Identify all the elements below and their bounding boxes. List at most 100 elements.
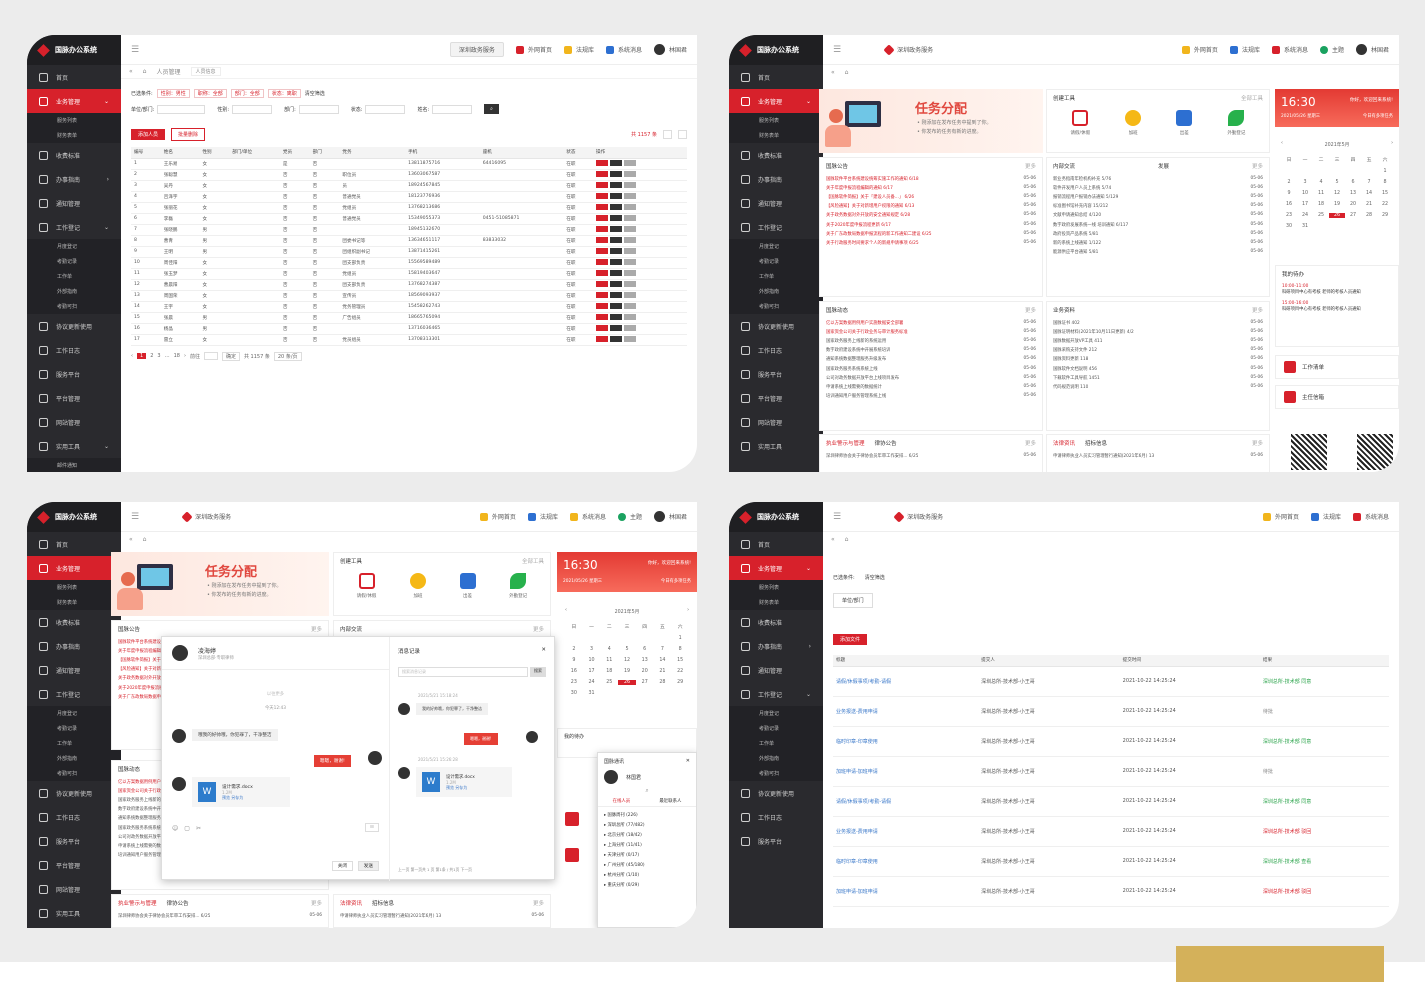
home-icon[interactable]: ⌂ <box>143 68 147 75</box>
sidebar-subitem[interactable]: 月度登记 <box>27 239 121 254</box>
sidebar-item-fees[interactable]: 收费标准 <box>27 610 121 634</box>
delete-button[interactable] <box>596 270 609 277</box>
calendar-day[interactable]: 12 <box>618 658 636 663</box>
more-link[interactable]: 更多 <box>1025 162 1036 170</box>
table-row[interactable]: 12 曹晨阳女否否团支部负责 13768274387 在职 <box>131 279 687 291</box>
calendar-day[interactable]: 3 <box>583 647 601 652</box>
delete-button[interactable] <box>596 325 609 332</box>
edit-button[interactable] <box>610 193 623 200</box>
clear-filter-link[interactable]: 清空筛选 <box>305 90 325 97</box>
list-item[interactable]: 国脉证明材料(2021年10月11日更新) 4/2 05-06 <box>1047 327 1269 336</box>
sidebar-item-worklog[interactable]: 工作登记 <box>27 682 121 706</box>
file-message[interactable]: W 设计需求.docx 1.2M 预览 另存为 <box>192 777 290 807</box>
table-row[interactable]: 8 曹青男否否团委书记等 13634651117 83833032 在职 <box>131 235 687 247</box>
delete-button[interactable] <box>596 182 609 189</box>
folder-icon[interactable]: ▢ <box>184 825 190 832</box>
tool-leave[interactable]: 请假/休假 <box>357 573 376 599</box>
send-button[interactable]: 发送 <box>357 861 379 871</box>
sidebar-subitem[interactable]: 工作单 <box>27 736 121 751</box>
edit-button[interactable] <box>610 292 623 299</box>
menu-toggle-icon[interactable]: ☰ <box>833 45 841 55</box>
next-month-icon[interactable]: › <box>687 608 689 615</box>
list-item[interactable]: 报销流程用户报销办法通知 5/129 05-06 <box>1047 192 1269 201</box>
page-number[interactable]: 1 <box>137 353 147 359</box>
table-row[interactable]: 2 张聪慧女否否职位员 13603067587 在职 <box>131 169 687 181</box>
list-item[interactable]: 文献申请通知总结 4/120 05-06 <box>1047 211 1269 220</box>
table-row[interactable]: 16 杨晶男 否否 13716036465 在职 <box>131 323 687 335</box>
list-item[interactable]: 培训通知用户服务管理系统上线 05-06 <box>820 392 1042 401</box>
edit-button[interactable] <box>610 303 623 310</box>
scissors-icon[interactable]: ✂ <box>196 825 201 832</box>
view-button[interactable] <box>624 270 637 277</box>
user-menu[interactable]: 林国君 <box>653 511 687 522</box>
contact-group[interactable]: ▸ 深圳总所 (77/482) <box>604 820 690 830</box>
sidebar-item-fees[interactable]: 收费标准 <box>729 610 823 634</box>
sidebar-item-protocol[interactable]: 协议更新使用 <box>729 781 823 805</box>
sidebar-item-service[interactable]: 服务平台 <box>27 362 121 386</box>
contact-group[interactable]: ▸ 杭州分所 (1/10) <box>604 870 690 880</box>
calendar-day[interactable]: 7 <box>1361 180 1377 185</box>
search-icon[interactable]: ⌕ <box>598 787 696 795</box>
emoji-icon[interactable]: ☺ <box>172 825 178 832</box>
calendar-day[interactable]: 4 <box>600 647 618 652</box>
sidebar-item-notice[interactable]: 通知管理 <box>27 191 121 215</box>
sidebar-item-journal[interactable]: 工作日志 <box>27 805 121 829</box>
sidebar-item-notice[interactable]: 通知管理 <box>729 658 823 682</box>
sidebar-item-protocol[interactable]: 协议更新使用 <box>729 314 823 338</box>
calendar-day[interactable]: 23 <box>1281 213 1297 218</box>
sidebar-subitem[interactable]: 考勤可扫 <box>729 766 823 781</box>
request-title-link[interactable]: 请假/休假事项/考勤-请假 <box>833 786 979 817</box>
sidebar-item-home[interactable]: 首页 <box>27 65 121 89</box>
list-item[interactable]: 申请系统上线需要的数据统计 05-06 <box>820 382 1042 391</box>
sidebar-subitem[interactable]: 工作单 <box>729 269 823 284</box>
contact-group[interactable]: ▸ 重庆分所 (0/29) <box>604 880 690 890</box>
delete-button[interactable] <box>596 237 609 244</box>
list-item[interactable]: 软件开发用户人员上系统 5/74 05-06 <box>1047 183 1269 192</box>
calendar-day[interactable]: 18 <box>600 669 618 674</box>
list-item[interactable]: 新的系统上线通知 1/122 05-06 <box>1047 238 1269 247</box>
contact-group[interactable]: ▸ 北京分所 (18/42) <box>604 830 690 840</box>
sidebar-subitem[interactable]: 考勤可扫 <box>729 299 823 314</box>
calendar-day[interactable]: 22 <box>671 669 689 674</box>
more-link[interactable]: 更多 <box>311 899 322 907</box>
view-button[interactable] <box>624 325 637 332</box>
more-link[interactable]: 更多 <box>533 899 544 907</box>
list-item[interactable]: 国家政务服务系统系统上线 05-06 <box>820 364 1042 373</box>
sidebar-subitem[interactable]: 月度登记 <box>729 706 823 721</box>
view-button[interactable] <box>624 193 637 200</box>
calendar-day[interactable]: 28 <box>654 680 672 685</box>
list-item[interactable]: 国脉软件平台系统建设统筹实施工作的通知 6/18 05-06 <box>820 174 1042 183</box>
edit-button[interactable] <box>610 270 623 277</box>
history-search-input[interactable]: 搜索消息记录 <box>398 667 528 677</box>
calendar-day[interactable]: 23 <box>565 680 583 685</box>
batch-delete-button[interactable]: 批量删除 <box>171 128 206 141</box>
calendar-day[interactable]: 8 <box>1377 180 1393 185</box>
schedule-item[interactable]: 15:00-16:00 科研项目中心有考核 老师的考核人员通知 <box>1276 297 1398 316</box>
sidebar-subitem[interactable]: 服务列表 <box>729 580 823 595</box>
calendar-day[interactable]: 11 <box>600 658 618 663</box>
filter-chip[interactable]: 职称：全部 <box>193 89 227 98</box>
list-item[interactable]: 代码规范说明 110 05-06 <box>1047 382 1269 391</box>
calendar-day[interactable]: 10 <box>583 658 601 663</box>
sidebar-item-protocol[interactable]: 协议更新使用 <box>27 314 121 338</box>
delete-button[interactable] <box>596 314 609 321</box>
view-button[interactable] <box>624 303 637 310</box>
calendar-day[interactable]: 29 <box>1377 213 1393 218</box>
tool-trip[interactable]: 出差 <box>1176 110 1193 136</box>
more-link[interactable]: 更多 <box>1025 306 1036 314</box>
sidebar-item-guide[interactable]: 办事指南 › <box>729 634 823 658</box>
delete-button[interactable] <box>596 259 609 266</box>
sidebar-item-tools[interactable]: 实用工具 <box>729 434 823 458</box>
sidebar-subitem[interactable]: 财务表单 <box>27 595 121 610</box>
page-number[interactable]: 18 <box>174 353 180 359</box>
law-library-link[interactable]: 法规库 <box>1310 512 1341 521</box>
table-row[interactable]: 1 王乐易女 是否 13811875716 64416095 在职 <box>131 158 687 170</box>
view-button[interactable] <box>624 215 637 222</box>
list-item[interactable]: 【风险通知】关于对新增用户权限的通知 6/13 05-06 <box>820 202 1042 211</box>
calendar-day[interactable]: 15 <box>1377 191 1393 196</box>
calendar-day[interactable]: 27 <box>1345 213 1361 218</box>
calendar-day[interactable]: 13 <box>1345 191 1361 196</box>
tab-recent[interactable]: 最近联系人 <box>659 798 681 804</box>
table-row[interactable]: 临时印章-印章使用 深圳总所-技术部-小王哥 2021-10-22 14:25:24… <box>833 726 1389 757</box>
menu-toggle-icon[interactable]: ☰ <box>131 45 139 55</box>
